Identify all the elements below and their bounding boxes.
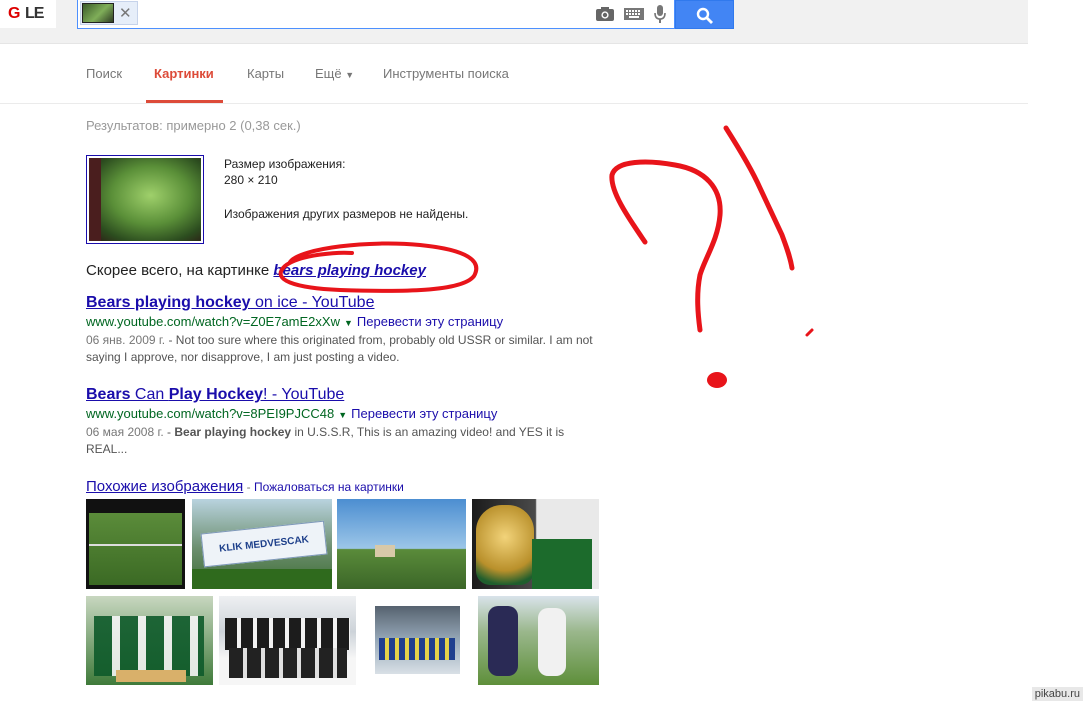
thumb-team-row [229,648,347,678]
thumb-field-line [89,544,182,546]
thumb-jersey [532,539,592,589]
scribble-question-mark [609,159,723,333]
tab-maps[interactable]: Карты [247,66,284,81]
snippet-separator: - [163,425,175,439]
search-result: Bears playing hockey on ice - YouTube ww… [86,293,606,366]
result-title-rest: ! - YouTube [263,386,345,403]
query-image-picture [89,158,201,241]
image-size-label: Размер изображения: [224,157,346,171]
result-snippet: 06 янв. 2009 г. - Not too sure where thi… [86,332,606,366]
search-input[interactable]: ✕ [77,0,675,29]
result-url: www.youtube.com/watch?v=Z0E7amE2xXw [86,314,340,329]
keyboard-icon[interactable] [624,8,644,20]
camera-icon[interactable] [596,7,614,21]
result-title-rest: on ice - YouTube [250,294,375,311]
thumb-goalie-mask [476,505,534,585]
similar-image-thumb[interactable] [478,596,599,685]
thumb-crowd [192,569,332,589]
tab-more-label: Ещё [315,66,342,81]
tabs-divider [0,103,1028,104]
thumb-team-row [225,618,350,650]
result-snippet-bold: Bear playing hockey [174,425,292,439]
report-images-link[interactable]: Пожаловаться на картинки [254,480,404,494]
top-bar: G LE ✕ [0,0,1028,44]
result-date: 06 янв. 2009 г. [86,333,166,347]
thumb-cake [116,670,186,682]
query-image-chip[interactable]: ✕ [80,1,138,25]
best-guess: Скорее всего, на картинке bears playing … [86,262,426,279]
chevron-down-icon: ▼ [345,70,355,80]
translate-link[interactable]: Перевести эту страницу [351,406,497,421]
result-date: 06 мая 2008 г. [86,425,164,439]
search-icon [696,7,713,24]
microphone-icon[interactable] [654,5,666,23]
watermark: pikabu.ru [1031,687,1083,701]
thumb-player [538,608,566,676]
similar-images-link[interactable]: Похожие изображения [86,478,243,495]
similar-image-thumb[interactable] [86,499,185,589]
thumb-people [94,616,204,676]
scribble-dot [707,372,727,388]
tab-search[interactable]: Поиск [86,66,122,81]
image-size-value: 280 × 210 [224,173,278,187]
logo-text-a: G [8,5,20,22]
result-url: www.youtube.com/watch?v=8PEI9PJCC48 [86,406,335,421]
search-result: Bears Can Play Hockey! - YouTube www.you… [86,385,606,458]
result-url-line: www.youtube.com/watch?v=8PEI9PJCC48 ▼ Пере… [86,405,606,424]
similar-image-thumb[interactable] [337,499,466,589]
similar-images-header: Похожие изображения - Пожаловаться на ка… [86,478,404,495]
logo-text-b: LE [25,5,44,22]
thumb-field [89,513,182,585]
result-stats: Результатов: примерно 2 (0,38 сек.) [86,118,301,133]
thumb-banner: KLIK MEDVESCAK ZAGREB [200,520,328,586]
similar-image-thumb[interactable] [375,606,460,674]
scribble-exclamation [723,125,795,271]
result-title-mid: Can [130,386,169,403]
tab-search-tools[interactable]: Инструменты поиска [383,66,509,81]
thumb-team [379,638,455,660]
dropdown-arrow-icon[interactable]: ▼ [338,410,347,420]
best-guess-prefix: Скорее всего, на картинке [86,262,270,279]
translate-link[interactable]: Перевести эту страницу [357,314,503,329]
result-title-bold: Bears [86,386,131,403]
other-sizes-text: Изображения других размеров не найдены. [224,207,469,221]
dropdown-arrow-icon[interactable]: ▼ [344,318,353,328]
result-title-bold-2: Play Hockey [168,386,264,403]
query-image[interactable] [86,155,204,244]
result-snippet: 06 мая 2008 г. - Bear playing hockey in … [86,424,606,458]
result-title-bold: Bears playing hockey [86,294,251,311]
tab-images[interactable]: Картинки [154,66,214,81]
thumb-player [488,606,518,676]
similar-image-thumb[interactable]: KLIK MEDVESCAK ZAGREB [192,499,332,589]
similar-separator: - [243,480,254,494]
similar-image-thumb[interactable] [86,596,213,685]
similar-image-thumb[interactable] [219,596,356,685]
similar-image-thumb[interactable] [472,499,599,589]
close-icon[interactable]: ✕ [119,4,132,22]
query-image-chip-thumbnail [82,3,114,23]
search-button[interactable] [675,0,734,29]
scribble-tick [805,328,814,337]
query-image-info: Размер изображения: 280 × 210 Изображени… [224,156,468,222]
best-guess-link[interactable]: bears playing hockey [273,262,426,279]
google-logo[interactable]: G LE [0,0,56,28]
thumb-animal [375,545,395,557]
result-title-link[interactable]: Bears playing hockey on ice - YouTube [86,293,606,313]
result-url-line: www.youtube.com/watch?v=Z0E7amE2xXw ▼ Пере… [86,313,606,332]
tab-more[interactable]: Ещё ▼ [315,66,354,81]
result-title-link[interactable]: Bears Can Play Hockey! - YouTube [86,385,606,405]
